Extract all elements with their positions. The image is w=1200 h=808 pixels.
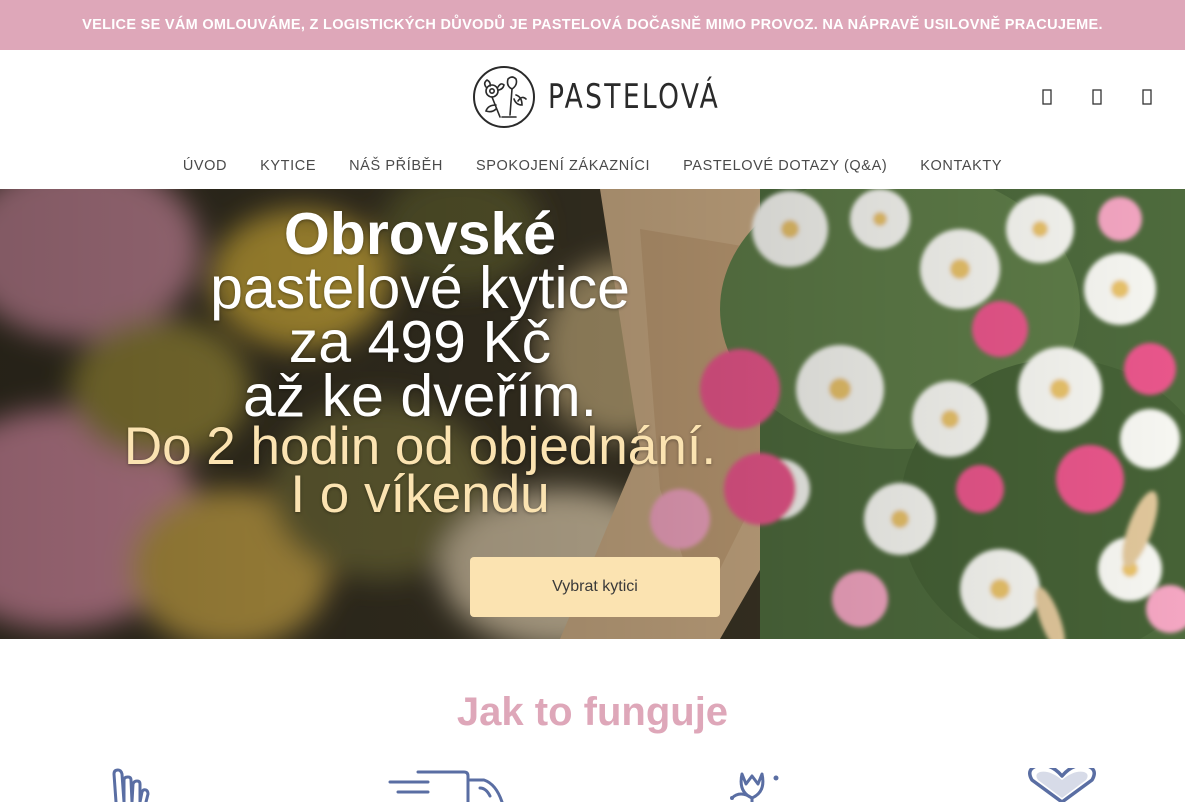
- flower-tulip-icon: [730, 772, 779, 802]
- hero-line-2: pastelové kytice: [210, 255, 630, 321]
- nav-item-spokojeni-zakaznici[interactable]: SPOKOJENÍ ZÁKAZNÍCI: [459, 158, 666, 174]
- hero-line-5: Do 2 hodin od objednání.: [123, 417, 717, 476]
- logo-flower-emblem-icon: [473, 66, 535, 128]
- announcement-text: VELICE SE VÁM OMLOUVÁME, Z LOGISTICKÝCH …: [82, 17, 1103, 33]
- heart-icon: [1028, 768, 1096, 802]
- hero-line-3: za 499 Kč: [288, 309, 552, 375]
- choose-bouquet-button[interactable]: Vybrat kytici: [470, 557, 720, 617]
- header-actions: [1039, 86, 1155, 108]
- hand-pointer-icon: [112, 768, 150, 802]
- how-it-works-title: Jak to funguje: [456, 690, 729, 734]
- user-icon[interactable]: [1089, 86, 1105, 108]
- cart-icon[interactable]: [1139, 86, 1155, 108]
- hero-banner: Obrovské pastelové kytice za 499 Kč až k…: [0, 189, 1185, 639]
- hero-line-1: Obrovské: [283, 201, 557, 267]
- hero-line-6: I o víkendu: [290, 465, 550, 524]
- search-icon[interactable]: [1039, 86, 1055, 108]
- nav-item-kontakty[interactable]: KONTAKTY: [904, 158, 1019, 174]
- site-header: PASTELOVÁ ÚVOD KYTICE NÁŠ PŘÍBĚH SPOKOJE…: [0, 50, 1185, 189]
- logo-wordmark: PASTELOVÁ: [548, 77, 721, 117]
- announcement-bar: VELICE SE VÁM OMLOUVÁME, Z LOGISTICKÝCH …: [0, 0, 1185, 50]
- site-logo[interactable]: PASTELOVÁ: [472, 65, 769, 129]
- how-it-works-steps: [0, 768, 1185, 808]
- main-navigation: ÚVOD KYTICE NÁŠ PŘÍBĚH SPOKOJENÍ ZÁKAZNÍ…: [0, 158, 1185, 174]
- nav-item-kytice[interactable]: KYTICE: [244, 158, 333, 174]
- nav-item-nas-pribeh[interactable]: NÁŠ PŘÍBĚH: [333, 158, 460, 174]
- nav-item-pastelove-dotazy[interactable]: PASTELOVÉ DOTAZY (Q&A): [667, 158, 904, 174]
- delivery-truck-icon: [388, 770, 504, 802]
- hero-line-4: až ke dveřím.: [242, 363, 598, 429]
- hero-headline: Obrovské pastelové kytice za 499 Kč až k…: [0, 201, 840, 524]
- nav-item-uvod[interactable]: ÚVOD: [166, 158, 243, 174]
